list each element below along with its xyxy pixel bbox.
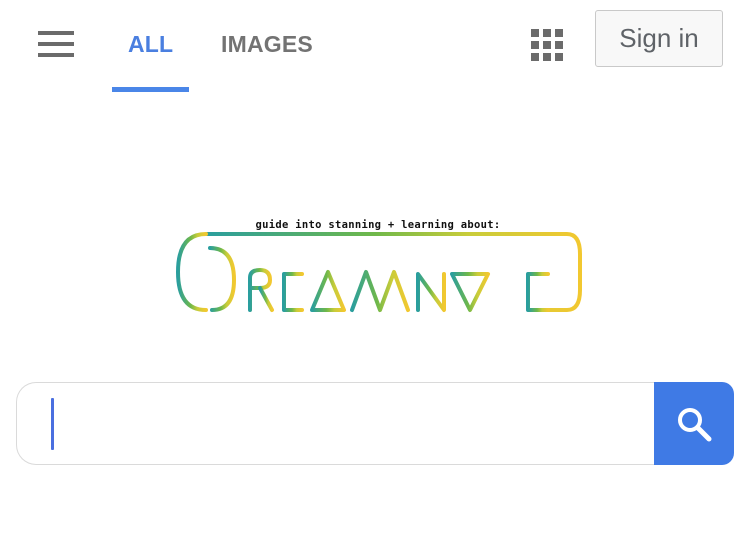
sign-in-button[interactable]: Sign in bbox=[595, 10, 723, 67]
search-input[interactable] bbox=[47, 397, 651, 453]
search-bar bbox=[16, 382, 734, 465]
tab-images[interactable]: IMAGES bbox=[221, 30, 313, 58]
dreamnote-logo: guide into stanning + learning about: bbox=[172, 214, 584, 318]
dreamnote-wordmark-logo bbox=[176, 232, 582, 312]
search-page: ALL IMAGES Sign in guide into stanning +… bbox=[0, 0, 750, 546]
apps-grid-icon[interactable] bbox=[528, 26, 566, 64]
search-box[interactable] bbox=[16, 382, 666, 465]
search-icon bbox=[678, 407, 712, 441]
active-tab-indicator bbox=[112, 87, 189, 92]
hamburger-menu-icon[interactable] bbox=[34, 28, 78, 60]
top-navigation-bar: ALL IMAGES Sign in bbox=[0, 0, 750, 92]
search-button[interactable] bbox=[654, 382, 734, 465]
tab-all[interactable]: ALL bbox=[128, 30, 173, 58]
